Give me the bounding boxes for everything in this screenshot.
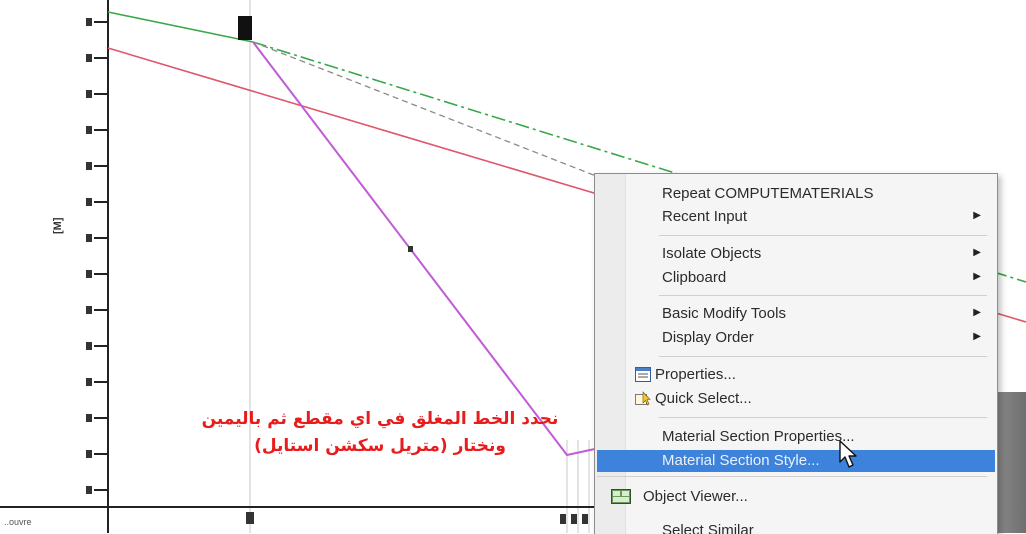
object-viewer-icon (611, 489, 631, 504)
menu-item-display-order[interactable]: Display Order ▶ (597, 327, 995, 349)
annotation-line-1: نحدد الخط المغلق في اي مقطع ثم باليمين (201, 409, 559, 429)
submenu-arrow-icon: ▶ (973, 210, 981, 221)
menu-item-label: Properties... (655, 366, 736, 383)
menu-item-label: Basic Modify Tools (662, 305, 786, 322)
menu-item-recent-input[interactable]: Recent Input ▶ (597, 206, 995, 228)
instruction-annotation: نحدد الخط المغلق في اي مقطع ثم باليمين و… (160, 406, 600, 460)
menu-item-label: Material Section Properties... (662, 428, 855, 445)
vertical-axis-tick-labels (86, 18, 92, 494)
menu-item-properties[interactable]: Properties... (597, 364, 995, 386)
quick-select-icon (635, 391, 651, 406)
menu-item-repeat-computematerials[interactable]: Repeat COMPUTEMATERIALS (597, 183, 995, 205)
menu-item-isolate-objects[interactable]: Isolate Objects ▶ (597, 243, 995, 265)
pvi-marker[interactable] (238, 16, 252, 40)
menu-item-material-section-style[interactable]: Material Section Style... (597, 450, 995, 472)
submenu-arrow-icon: ▶ (973, 271, 981, 282)
menu-separator (659, 235, 987, 236)
menu-item-quick-select[interactable]: Quick Select... (597, 388, 995, 410)
magenta-design-line[interactable] (252, 41, 605, 457)
vertical-axis-ticks (94, 21, 108, 491)
menu-item-label: Object Viewer... (643, 488, 748, 505)
menu-item-label: Display Order (662, 329, 754, 346)
menu-separator (597, 476, 987, 477)
menu-item-label: Material Section Style... (662, 452, 820, 469)
menu-item-label: Repeat COMPUTEMATERIALS (662, 185, 874, 202)
menu-item-material-section-properties[interactable]: Material Section Properties... (597, 426, 995, 448)
horizontal-axis-markers (246, 512, 588, 524)
submenu-arrow-icon: ▶ (973, 331, 981, 342)
submenu-arrow-icon: ▶ (973, 307, 981, 318)
menu-item-select-similar[interactable]: Select Similar (597, 520, 995, 534)
annotation-line-2: ونختار (متريل سكشن استايل) (254, 436, 506, 456)
menu-item-label: Clipboard (662, 269, 727, 286)
menu-item-label: Isolate Objects (662, 245, 762, 262)
menu-separator (659, 295, 987, 296)
green-ground-line (107, 11, 254, 43)
context-menu[interactable]: Repeat COMPUTEMATERIALS Recent Input ▶ I… (594, 173, 998, 534)
corner-label: ..ouvre (4, 517, 32, 527)
axis-unit-label: [M] (52, 217, 64, 235)
menu-item-label: Select Similar (662, 522, 754, 534)
menu-item-label: Recent Input (662, 208, 748, 225)
menu-item-object-viewer[interactable]: Object Viewer... (597, 486, 995, 508)
menu-item-basic-modify-tools[interactable]: Basic Modify Tools ▶ (597, 303, 995, 325)
menu-separator (659, 417, 987, 418)
menu-separator (659, 356, 987, 357)
grip-marker[interactable] (408, 246, 413, 252)
menu-item-label: Quick Select... (655, 390, 752, 407)
mouse-cursor-icon (839, 440, 857, 468)
properties-icon (635, 367, 651, 382)
menu-item-clipboard[interactable]: Clipboard ▶ (597, 267, 995, 289)
submenu-arrow-icon: ▶ (973, 247, 981, 258)
